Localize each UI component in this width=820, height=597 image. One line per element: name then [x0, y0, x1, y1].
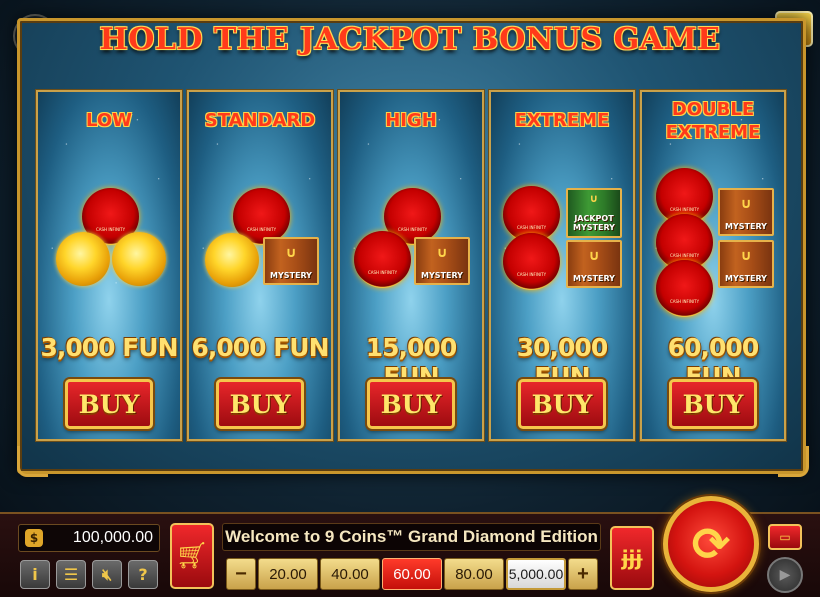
- tier-label: HIGH: [385, 110, 437, 131]
- horseshoe-icon: ∪: [740, 196, 752, 212]
- jackpot-mystery-box: ∪ JACKPOT MYSTERY: [566, 188, 622, 238]
- bet-value: 80.00: [455, 565, 493, 583]
- welcome-message: Welcome to 9 Coins™ Grand Diamond Editio…: [222, 523, 601, 551]
- buy-feature-button[interactable]: 🛒︎: [170, 523, 214, 589]
- gold-coin: [112, 232, 166, 286]
- autoplay-button[interactable]: ▭: [768, 524, 802, 550]
- horseshoe-icon: ∪: [436, 245, 448, 261]
- plus-icon: +: [577, 562, 589, 585]
- mystery-box: ∪ MYSTERY: [414, 237, 470, 285]
- buy-button-standard[interactable]: BUY: [216, 379, 304, 429]
- horseshoe-icon: ∪: [740, 248, 752, 264]
- option-panel-extreme: EXTREME CASH INFINITY CASH INFINITY ∪ JA…: [488, 89, 636, 442]
- buy-label: BUY: [531, 389, 593, 419]
- money-bag-icon: $: [25, 529, 43, 547]
- play-button[interactable]: ▶: [767, 557, 803, 593]
- frame-corner-bottom-right: [778, 446, 809, 477]
- option-panel-low: LOW CASH INFINITY 3,000 FUN BUY: [35, 89, 183, 442]
- bet-option-selected[interactable]: 60.00: [382, 558, 442, 590]
- buy-button-high[interactable]: BUY: [367, 379, 455, 429]
- option-panel-double-extreme: DOUBLE EXTREME CASH INFINITY CASH INFINI…: [639, 89, 787, 442]
- price-label: 3,000 FUN: [40, 333, 178, 362]
- option-panel-high: HIGH CASH INFINITY CASH INFINITY ∪ MYSTE…: [337, 89, 485, 442]
- turbo-button[interactable]: ɉɉɉ: [610, 526, 654, 590]
- tier-label-line2: EXTREME: [665, 122, 761, 143]
- horseshoe-icon: ∪: [285, 245, 297, 261]
- red-coin: CASH INFINITY: [656, 260, 713, 317]
- info-icon: i: [32, 565, 38, 584]
- autoplay-icon: ▭: [779, 530, 791, 544]
- spin-icon: ⟳: [691, 517, 731, 571]
- mystery-box: ∪ MYSTERY: [263, 237, 319, 285]
- bet-total[interactable]: 5,000.00: [506, 558, 566, 590]
- buy-label: BUY: [78, 389, 140, 419]
- fire-turbo-icon: ɉɉɉ: [621, 546, 643, 570]
- buy-label: BUY: [380, 389, 442, 419]
- mystery-box: ∪ MYSTERY: [718, 188, 774, 236]
- red-coin: CASH INFINITY: [503, 233, 560, 290]
- menu-icon: ☰: [63, 565, 79, 584]
- sound-button[interactable]: 🔇︎: [92, 560, 122, 589]
- minus-icon: −: [235, 562, 247, 585]
- buy-label: BUY: [682, 389, 744, 419]
- sound-off-icon: 🔇︎: [101, 564, 113, 584]
- balance-display: $ 100,000.00: [18, 524, 160, 552]
- mystery-box: ∪ MYSTERY: [718, 240, 774, 288]
- bet-option[interactable]: 80.00: [444, 558, 504, 590]
- tier-label: STANDARD: [204, 110, 316, 131]
- buy-button-low[interactable]: BUY: [65, 379, 153, 429]
- frame-corner-bottom-left: [17, 446, 48, 477]
- menu-button[interactable]: ☰: [56, 560, 86, 589]
- help-icon: ?: [138, 565, 148, 584]
- bet-option[interactable]: 40.00: [320, 558, 380, 590]
- modal-title: HOLD THE JACKPOT BONUS GAME: [99, 22, 721, 57]
- horseshoe-icon: ∪: [589, 192, 599, 205]
- cart-icon: 🛒︎: [175, 541, 209, 571]
- buy-button-double-extreme[interactable]: BUY: [669, 379, 757, 429]
- tier-label: DOUBLE EXTREME: [642, 98, 784, 144]
- tier-label: LOW: [86, 110, 132, 131]
- tier-label: EXTREME: [514, 110, 610, 131]
- bet-value: 5,000.00: [508, 566, 564, 582]
- play-icon: ▶: [779, 567, 791, 583]
- red-coin: CASH INFINITY: [354, 231, 411, 288]
- bet-value: 60.00: [393, 565, 431, 583]
- gold-coin: [56, 232, 110, 286]
- mystery-box: ∪ MYSTERY: [566, 240, 622, 288]
- balance-value: 100,000.00: [72, 529, 153, 546]
- bet-value: 20.00: [269, 565, 307, 583]
- info-button[interactable]: i: [20, 560, 50, 589]
- price-label: 6,000 FUN: [191, 333, 329, 362]
- bet-increase-button[interactable]: +: [568, 558, 598, 590]
- bet-value: 40.00: [331, 565, 369, 583]
- bet-option[interactable]: 20.00: [258, 558, 318, 590]
- help-button[interactable]: ?: [128, 560, 158, 589]
- spin-button[interactable]: ⟳: [663, 496, 759, 592]
- buy-label: BUY: [229, 389, 291, 419]
- bet-decrease-button[interactable]: −: [226, 558, 256, 590]
- tier-label-line1: DOUBLE: [671, 99, 755, 120]
- horseshoe-icon: ∪: [588, 248, 600, 264]
- gold-coin: [205, 233, 259, 287]
- buy-button-extreme[interactable]: BUY: [518, 379, 606, 429]
- option-panel-standard: STANDARD CASH INFINITY ∪ MYSTERY 6,000 F…: [186, 89, 334, 442]
